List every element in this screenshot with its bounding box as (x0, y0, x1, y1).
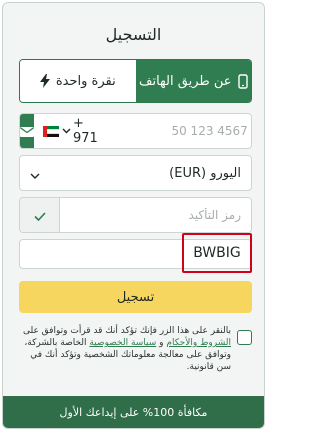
terms-prefix: بالنقر على هذا الزر فإنك تؤكد أنك قد قرأ… (22, 326, 231, 336)
promo-toggle-button[interactable] (20, 198, 60, 232)
bonus-banner: مكافأة 100% على إيداعك الأول (3, 396, 264, 428)
registration-method-tabs: نقرة واحدة عن طريق الهاتف (19, 59, 252, 103)
terms-checkbox[interactable] (237, 330, 252, 345)
currency-select[interactable]: اليورو (EUR) (19, 155, 252, 191)
email-toggle-button[interactable] (20, 114, 34, 148)
privacy-link[interactable]: سياسة الخصوصية (89, 338, 156, 348)
uae-flag-icon (43, 125, 59, 137)
phone-field-group: + 971 (19, 113, 252, 149)
phone-input[interactable] (97, 114, 251, 148)
terms-link[interactable]: الشروط والأحكام (166, 338, 231, 348)
form-title: التسجيل (105, 25, 162, 44)
terms-text: بالنقر على هذا الزر فإنك تؤكد أنك قد قرأ… (19, 325, 231, 373)
envelope-icon (20, 122, 34, 141)
code-highlight-box: BWBIG (182, 233, 252, 273)
phone-icon (237, 73, 248, 89)
confirmation-code-input[interactable] (60, 198, 251, 232)
terms-consent: بالنقر على هذا الزر فإنك تؤكد أنك قد قرأ… (19, 325, 252, 387)
tab-by-phone-label: عن طريق الهاتف (139, 73, 232, 89)
chevron-down-icon (62, 128, 71, 134)
tab-one-click-label: نقرة واحدة (55, 73, 116, 89)
registration-card: التسجيل نقرة واحدة عن طريق الهاتف + 971 … (2, 2, 265, 429)
terms-and: و (156, 338, 167, 348)
tab-one-click[interactable]: نقرة واحدة (20, 60, 136, 102)
chevron-down-icon (30, 164, 40, 183)
dial-code: + 971 (73, 116, 98, 146)
register-button[interactable]: تسجيل (19, 281, 252, 313)
tab-by-phone[interactable]: عن طريق الهاتف (135, 60, 251, 102)
currency-value: اليورو (EUR) (169, 165, 241, 181)
checkmark-icon (33, 206, 46, 225)
code-value: BWBIG (193, 245, 241, 261)
lightning-icon (39, 74, 50, 88)
promo-field-group (19, 197, 252, 233)
country-selector[interactable] (34, 114, 71, 148)
